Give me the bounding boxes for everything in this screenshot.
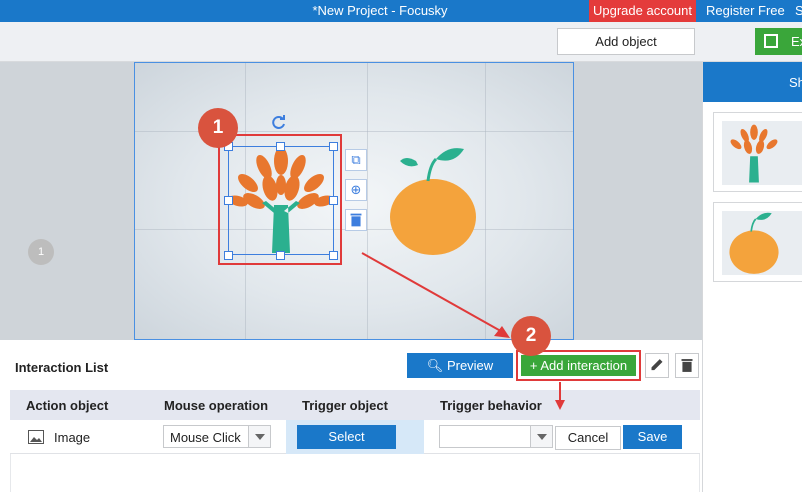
canvas-area[interactable]: 1 — [0, 62, 702, 340]
mouse-operation-value: Mouse Click — [170, 430, 241, 445]
cancel-button[interactable]: Cancel — [555, 426, 621, 450]
export-icon — [764, 34, 778, 48]
select-trigger-button[interactable]: Select — [297, 425, 396, 449]
column-header: Mouse operation — [164, 398, 269, 413]
trigger-behavior-select[interactable] — [439, 425, 553, 448]
add-circle-icon[interactable]: ⊕ — [345, 179, 367, 201]
rotate-icon[interactable] — [271, 114, 287, 130]
export-button[interactable]: Ex — [755, 28, 802, 55]
toolbar: Add object Ex — [0, 22, 802, 62]
orange-image[interactable] — [388, 145, 478, 257]
step-marker-1: 1 — [198, 108, 238, 148]
grid-line — [367, 63, 368, 339]
pencil-icon[interactable] — [645, 353, 669, 378]
grid-line — [485, 63, 486, 339]
table-empty-area — [10, 454, 700, 492]
trash-icon[interactable] — [675, 353, 699, 378]
trash-icon[interactable] — [345, 209, 367, 231]
mouse-operation-select[interactable]: Mouse Click — [163, 425, 271, 448]
export-label: Ex — [791, 34, 802, 49]
image-icon — [28, 430, 44, 444]
duplicate-icon[interactable]: ⧉ — [345, 149, 367, 171]
table-row: Image Mouse Click Select Cancel Save — [10, 420, 700, 454]
add-object-button[interactable]: Add object — [557, 28, 695, 55]
interaction-panel: Interaction List 🔍︎ Preview + Add intera… — [0, 340, 702, 492]
register-free-link[interactable]: Register Free — [706, 3, 785, 18]
sign-in-link[interactable]: S — [795, 3, 802, 18]
step-marker-2: 2 — [511, 316, 551, 356]
chevron-down-icon — [248, 426, 270, 447]
save-button[interactable]: Save — [623, 425, 682, 449]
thumbnail-orange[interactable] — [713, 202, 802, 282]
thumbnail-tree[interactable] — [713, 112, 802, 192]
chevron-down-icon — [530, 426, 552, 447]
add-interaction-button[interactable]: + Add interaction — [521, 355, 636, 376]
panel-header-label: Sh — [789, 75, 802, 90]
slide-frame[interactable] — [134, 62, 574, 340]
panel-header[interactable]: Sh — [703, 62, 802, 102]
preview-label: Preview — [446, 358, 494, 373]
column-header: Trigger behavior — [440, 398, 542, 413]
title-bar: *New Project - Focusky Upgrade account R… — [0, 0, 802, 22]
interaction-list-title: Interaction List — [15, 360, 109, 375]
upgrade-account-link[interactable]: Upgrade account — [589, 0, 696, 22]
table-header: Action object Mouse operation Trigger ob… — [10, 390, 700, 420]
search-icon: 🔍︎ — [426, 358, 444, 373]
column-header: Action object — [26, 398, 109, 413]
column-header: Trigger object — [302, 398, 388, 413]
action-object-value: Image — [54, 430, 91, 445]
preview-button[interactable]: 🔍︎ Preview — [407, 353, 513, 378]
trigger-object-cell: Select — [286, 420, 424, 454]
slides-panel: Sh — [702, 62, 802, 492]
highlight-box-object — [218, 134, 342, 265]
page-number-badge[interactable]: 1 — [28, 239, 54, 265]
